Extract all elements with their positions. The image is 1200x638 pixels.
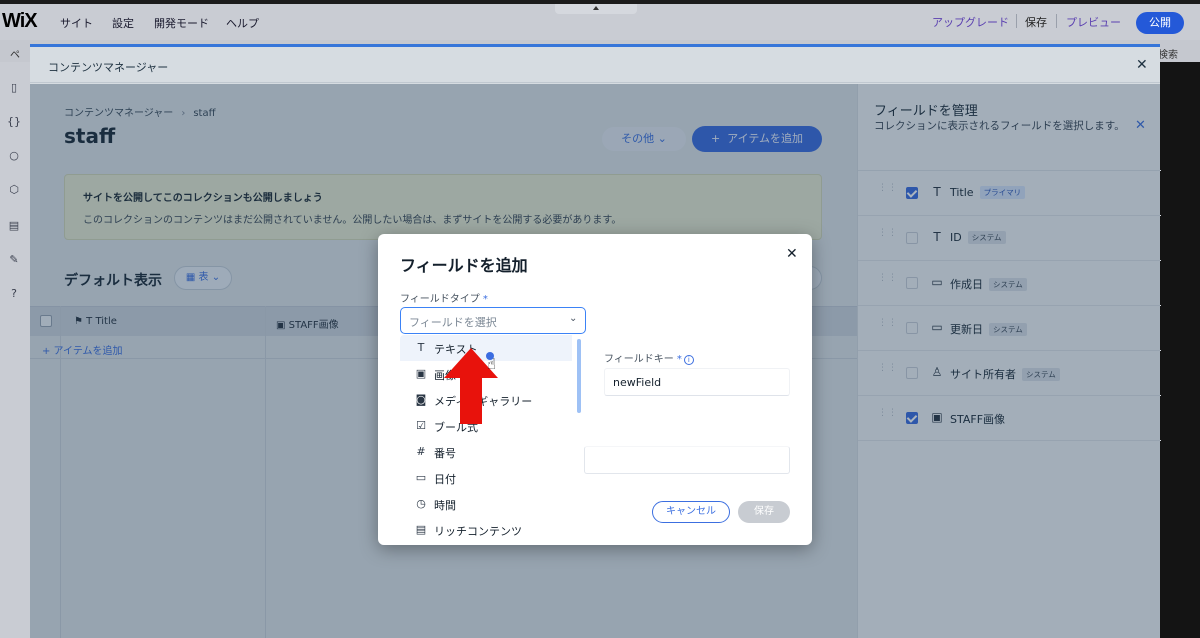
close-icon[interactable]: ✕ (786, 246, 798, 262)
field-type-option-label: 時間 (434, 499, 456, 512)
pages-icon[interactable]: ▯ (6, 80, 22, 96)
cancel-button[interactable]: キャンセル (652, 501, 730, 523)
number-icon: # (416, 445, 426, 458)
field-key-label: フィールドキー * i (604, 350, 694, 365)
info-icon[interactable]: i (683, 355, 694, 365)
field-type-option-label: リッチコンテンツ (434, 525, 522, 538)
package-icon[interactable]: ⬡ (6, 182, 22, 198)
field-type-label-text: フィールドタイプ (400, 294, 480, 305)
media-gallery-icon: ◙ (415, 393, 427, 406)
dialog-title: フィールドを追加 (400, 256, 528, 275)
wix-logo: WiX (2, 10, 38, 32)
menu-settings[interactable]: 設定 (112, 15, 134, 31)
upgrade-link[interactable]: アップグレード (932, 14, 1009, 30)
field-key-label-text: フィールドキー (604, 354, 674, 365)
rich-content-icon: ▤ (415, 523, 427, 536)
time-icon: ◷ (416, 497, 426, 510)
chevron-down-icon: ⌄ (569, 313, 578, 324)
help-icon[interactable]: ? (6, 286, 22, 302)
search-label[interactable]: 検索 (1158, 46, 1178, 61)
field-type-label: フィールドタイプ * (400, 290, 488, 305)
date-icon: ▭ (415, 471, 427, 484)
field-type-option[interactable]: ▭ 日付 (400, 465, 572, 491)
image-icon: ▣ (415, 367, 427, 380)
preview-link[interactable]: プレビュー (1066, 14, 1121, 30)
save-link[interactable]: 保存 (1025, 14, 1047, 30)
divider (1056, 14, 1057, 28)
field-type-select[interactable]: フィールドを選択 ⌄ (400, 307, 586, 334)
collapse-toolbar-tab[interactable] (555, 4, 637, 14)
database-icon[interactable]: ▤ (6, 218, 22, 234)
field-key-input[interactable]: newField (604, 368, 790, 396)
page-selector[interactable]: ペ (10, 46, 20, 61)
required-mark: * (482, 294, 488, 305)
required-mark: * (676, 354, 682, 365)
field-type-option[interactable]: ◷ 時間 (400, 491, 572, 517)
search-icon[interactable]: ○ (6, 148, 22, 164)
hand-cursor-icon: ☝ (487, 355, 497, 373)
dropdown-scrollbar[interactable] (577, 339, 581, 413)
menu-site[interactable]: サイト (60, 15, 93, 31)
right-edge (1160, 62, 1200, 638)
menu-help[interactable]: ヘルプ (226, 15, 259, 31)
help-text-input[interactable] (584, 446, 790, 474)
divider (1016, 14, 1017, 28)
app-frame: WiX サイト 設定 開発モード ヘルプ アップグレード 保存 プレビュー 公開… (0, 0, 1200, 638)
field-type-option-label: 日付 (434, 473, 456, 486)
code-icon[interactable]: {} (6, 114, 22, 130)
field-type-option[interactable]: ▤ リッチコンテンツ (400, 517, 572, 543)
tools-icon[interactable]: ✎ (6, 252, 22, 268)
field-type-option[interactable]: # 番号 (400, 439, 572, 465)
menu-dev-mode[interactable]: 開発モード (154, 15, 209, 31)
field-key-value: newField (613, 376, 662, 389)
save-button[interactable]: 保存 (738, 501, 790, 523)
publish-button[interactable]: 公開 (1136, 12, 1184, 34)
field-type-placeholder: フィールドを選択 (409, 316, 497, 329)
boolean-icon: ☑ (416, 419, 426, 432)
text-icon: T (417, 341, 425, 354)
field-type-option-label: 番号 (434, 447, 456, 460)
left-rail: ▯ {} ○ ⬡ ▤ ✎ ? (0, 62, 30, 638)
